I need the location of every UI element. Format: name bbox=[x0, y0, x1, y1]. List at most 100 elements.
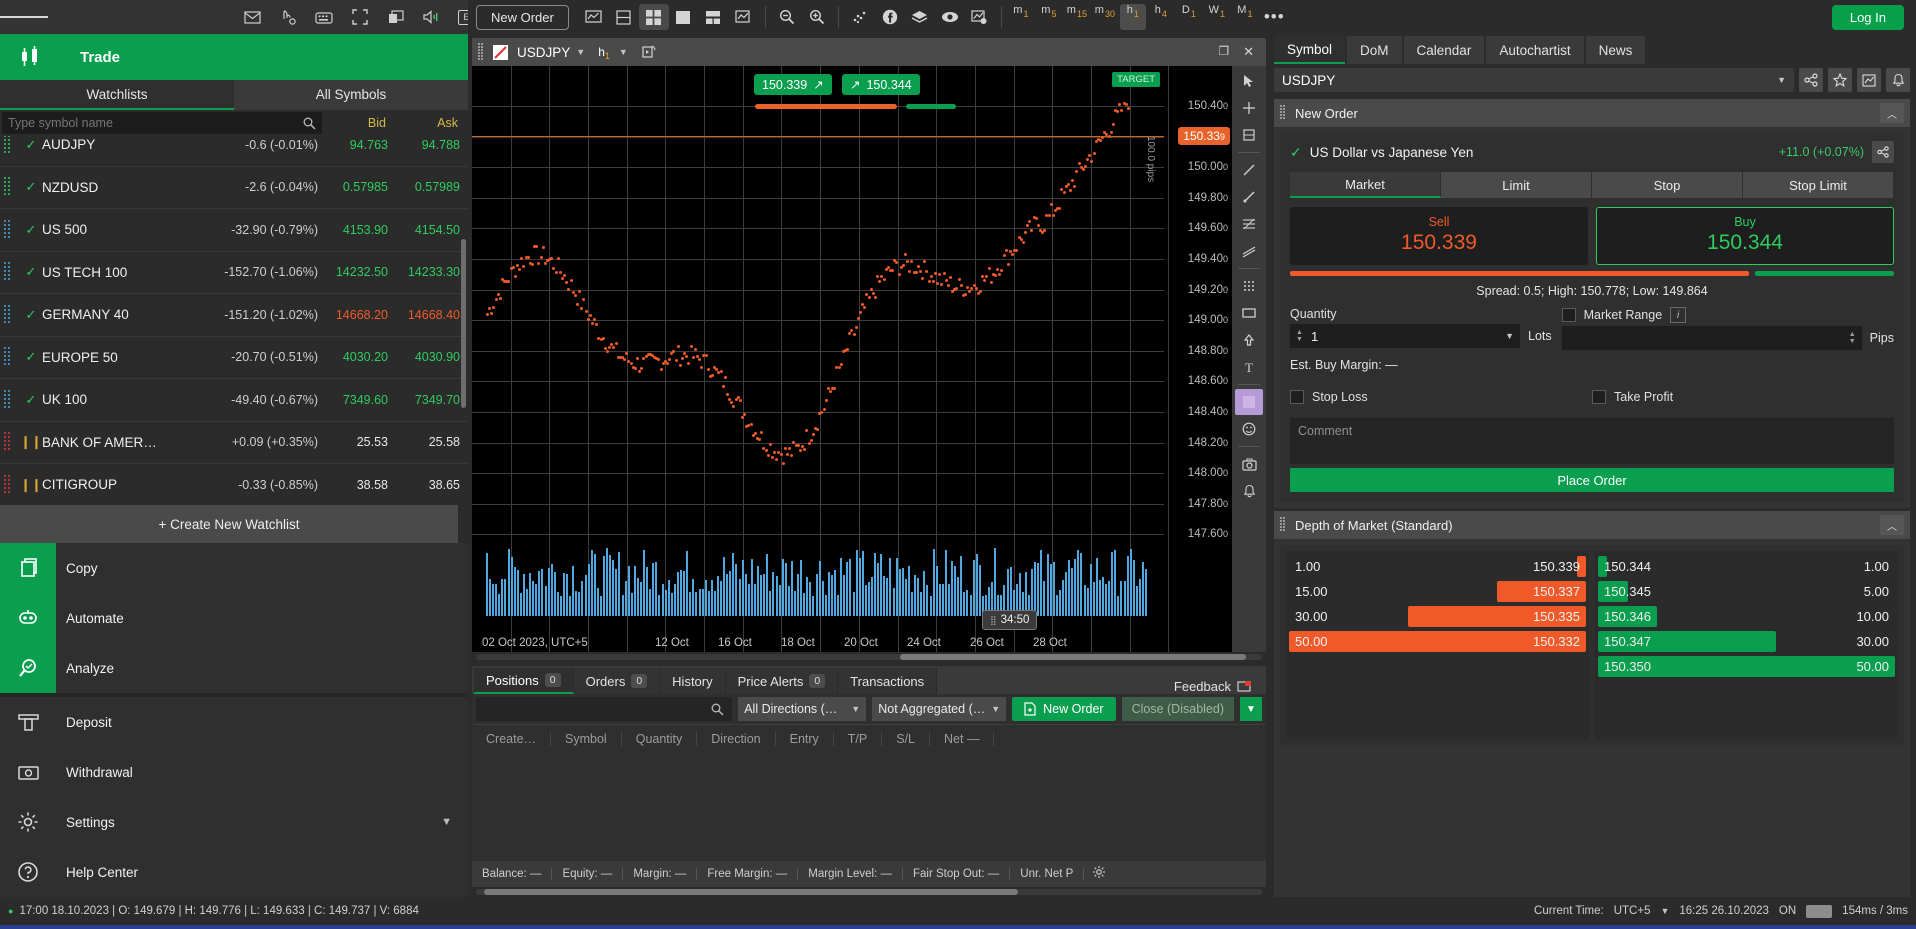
table-column-header[interactable]: Net — bbox=[930, 732, 994, 746]
symbol-bid[interactable]: 7349.60 bbox=[324, 393, 396, 407]
scatter-indicator-icon[interactable] bbox=[845, 4, 875, 30]
connection-toggle[interactable] bbox=[1806, 905, 1832, 918]
trendline-icon[interactable] bbox=[1235, 157, 1263, 183]
timeframe-h4[interactable]: h4 bbox=[1148, 4, 1174, 30]
timeframe-D1[interactable]: D1 bbox=[1176, 4, 1202, 30]
panel-new-order-button[interactable]: New Order bbox=[1012, 697, 1115, 721]
dom-bid-row[interactable]: 15.00150.337 bbox=[1289, 579, 1586, 604]
single-view-icon[interactable] bbox=[669, 4, 699, 30]
symbol-ask[interactable]: 7349.70 bbox=[396, 393, 468, 407]
dom-drag-handle[interactable] bbox=[1280, 517, 1287, 533]
timezone-caret-icon[interactable]: ▼ bbox=[1660, 906, 1669, 916]
stepper-arrows-icon[interactable]: ▲▼ bbox=[1296, 330, 1303, 343]
row-drag-handle[interactable] bbox=[4, 305, 14, 325]
dom-ask-row[interactable]: 150.3455.00 bbox=[1598, 579, 1895, 604]
sidebar-item-help-center[interactable]: Help Center bbox=[0, 847, 468, 897]
ray-icon[interactable] bbox=[1235, 184, 1263, 210]
grid-2-view-icon[interactable] bbox=[699, 4, 729, 30]
magnet-icon[interactable] bbox=[1235, 122, 1263, 148]
symbol-bid[interactable]: 94.763 bbox=[324, 138, 396, 152]
table-column-header[interactable]: Entry bbox=[776, 732, 834, 746]
bottom-tab-transactions[interactable]: Transactions bbox=[838, 668, 937, 694]
chart-bid-tag[interactable]: 150.339↗ bbox=[754, 74, 832, 95]
instrument-share-icon[interactable] bbox=[1872, 141, 1894, 163]
chart-icon[interactable] bbox=[1857, 68, 1881, 92]
market-range-checkbox[interactable] bbox=[1562, 308, 1576, 322]
watchlist-scrollbar[interactable] bbox=[461, 239, 466, 408]
symbol-ask[interactable]: 4030.90 bbox=[396, 350, 468, 364]
cursor-settings-icon[interactable] bbox=[278, 7, 298, 27]
dom-bid-row[interactable]: 50.00150.332 bbox=[1289, 629, 1586, 654]
close-positions-dropdown[interactable]: ▼ bbox=[1240, 697, 1262, 721]
direction-filter-select[interactable]: All Directions (… ▼ bbox=[738, 697, 866, 721]
chart-symbol-label[interactable]: USDJPY bbox=[517, 45, 570, 60]
stream-icon[interactable] bbox=[641, 44, 657, 60]
chart-timeframe-caret-icon[interactable]: ▼ bbox=[619, 47, 628, 57]
smiley-icon[interactable] bbox=[1235, 416, 1263, 442]
timeframe-M1[interactable]: M1 bbox=[1232, 4, 1258, 30]
arrow-up-icon[interactable] bbox=[1235, 327, 1263, 353]
watchlist-row[interactable]: ❙❙BANK OF AMER…+0.09 (+0.35%)25.5325.58 bbox=[0, 422, 468, 465]
settings-chevron-icon[interactable]: ▼ bbox=[441, 816, 452, 828]
comment-input[interactable]: Comment bbox=[1290, 418, 1894, 464]
watchlist-row[interactable]: ✓EUROPE 50-20.70 (-0.51%)4030.204030.90 bbox=[0, 337, 468, 380]
order-type-market[interactable]: Market bbox=[1290, 172, 1441, 198]
eye-icon[interactable] bbox=[935, 4, 965, 30]
timezone-select[interactable]: UTC+5 bbox=[1614, 905, 1651, 917]
right-symbol-select[interactable]: USDJPY ▼ bbox=[1274, 68, 1794, 92]
timeframe-W1[interactable]: W1 bbox=[1204, 4, 1230, 30]
quantity-stepper[interactable]: ▲▼ 1 ▼ bbox=[1290, 324, 1520, 348]
timeframe-h1[interactable]: h1 bbox=[1120, 4, 1146, 30]
split-view-icon[interactable] bbox=[609, 4, 639, 30]
timeframe-m5[interactable]: m5 bbox=[1036, 4, 1062, 30]
watchlist-row[interactable]: ✓US 500-32.90 (-0.79%)4153.904154.50 bbox=[0, 209, 468, 252]
sidebar-item-settings[interactable]: Settings▼ bbox=[0, 797, 468, 847]
table-column-header[interactable]: Create… bbox=[472, 732, 551, 746]
zoom-out-icon[interactable] bbox=[772, 4, 802, 30]
right-tab-autochartist[interactable]: Autochartist bbox=[1486, 36, 1583, 64]
right-tab-calendar[interactable]: Calendar bbox=[1404, 36, 1485, 64]
order-type-stop-limit[interactable]: Stop Limit bbox=[1743, 172, 1894, 198]
camera-icon[interactable] bbox=[1235, 451, 1263, 477]
buy-button[interactable]: Buy 150.344 bbox=[1596, 207, 1894, 265]
symbol-ask[interactable]: 25.58 bbox=[396, 435, 468, 449]
chart-close-icon[interactable]: ✕ bbox=[1243, 44, 1254, 60]
grid-4-view-icon[interactable] bbox=[639, 4, 669, 30]
symbol-ask[interactable]: 38.65 bbox=[396, 478, 468, 492]
row-drag-handle[interactable] bbox=[4, 177, 14, 197]
table-column-header[interactable]: Symbol bbox=[551, 732, 622, 746]
channel-icon[interactable] bbox=[1235, 238, 1263, 264]
watchlist-row[interactable]: ✓UK 100-49.40 (-0.67%)7349.607349.70 bbox=[0, 379, 468, 422]
sidebar-item-analyze[interactable]: Analyze bbox=[0, 643, 468, 693]
market-range-info-icon[interactable]: i bbox=[1670, 307, 1686, 323]
collapse-new-order-icon[interactable]: ︿ bbox=[1880, 103, 1904, 123]
row-drag-handle[interactable] bbox=[4, 347, 14, 367]
create-watchlist-button[interactable]: + Create New Watchlist bbox=[0, 505, 458, 543]
symbol-ask[interactable]: 14233.30 bbox=[396, 265, 468, 279]
feedback-button[interactable]: Feedback bbox=[1174, 679, 1266, 694]
bottom-tab-positions[interactable]: Positions0 bbox=[474, 668, 574, 694]
dom-ask-row[interactable]: 150.34610.00 bbox=[1598, 604, 1895, 629]
symbol-bid[interactable]: 25.53 bbox=[324, 435, 396, 449]
symbol-search-input[interactable] bbox=[8, 116, 303, 130]
chart-symbol-caret-icon[interactable]: ▼ bbox=[576, 47, 585, 57]
table-column-header[interactable]: Direction bbox=[697, 732, 775, 746]
bottom-tab-price-alerts[interactable]: Price Alerts0 bbox=[726, 668, 839, 694]
right-tab-symbol[interactable]: Symbol bbox=[1274, 36, 1345, 64]
dom-bid-row[interactable]: 30.00150.335 bbox=[1289, 604, 1586, 629]
symbol-bid[interactable]: 0.57985 bbox=[324, 180, 396, 194]
fullscreen-icon[interactable] bbox=[350, 7, 370, 27]
symbol-search-box[interactable] bbox=[2, 112, 322, 134]
right-tab-news[interactable]: News bbox=[1586, 36, 1646, 64]
chart-settings-icon[interactable] bbox=[965, 4, 995, 30]
watchlist-row[interactable]: ❙❙CITIGROUP-0.33 (-0.85%)38.5838.65 bbox=[0, 464, 468, 503]
watchlist-row[interactable]: ✓GERMANY 40-151.20 (-1.02%)14668.2014668… bbox=[0, 294, 468, 337]
table-column-header[interactable]: S/L bbox=[882, 732, 930, 746]
symbol-bid[interactable]: 4030.20 bbox=[324, 350, 396, 364]
symbol-bid[interactable]: 38.58 bbox=[324, 478, 396, 492]
add-chart-icon[interactable] bbox=[729, 4, 759, 30]
dom-bid-row[interactable]: 1.00150.339 bbox=[1289, 554, 1586, 579]
sidebar-item-copy[interactable]: Copy bbox=[0, 543, 468, 593]
dots-icon[interactable] bbox=[1235, 273, 1263, 299]
chart-drag-handle[interactable] bbox=[478, 43, 485, 61]
